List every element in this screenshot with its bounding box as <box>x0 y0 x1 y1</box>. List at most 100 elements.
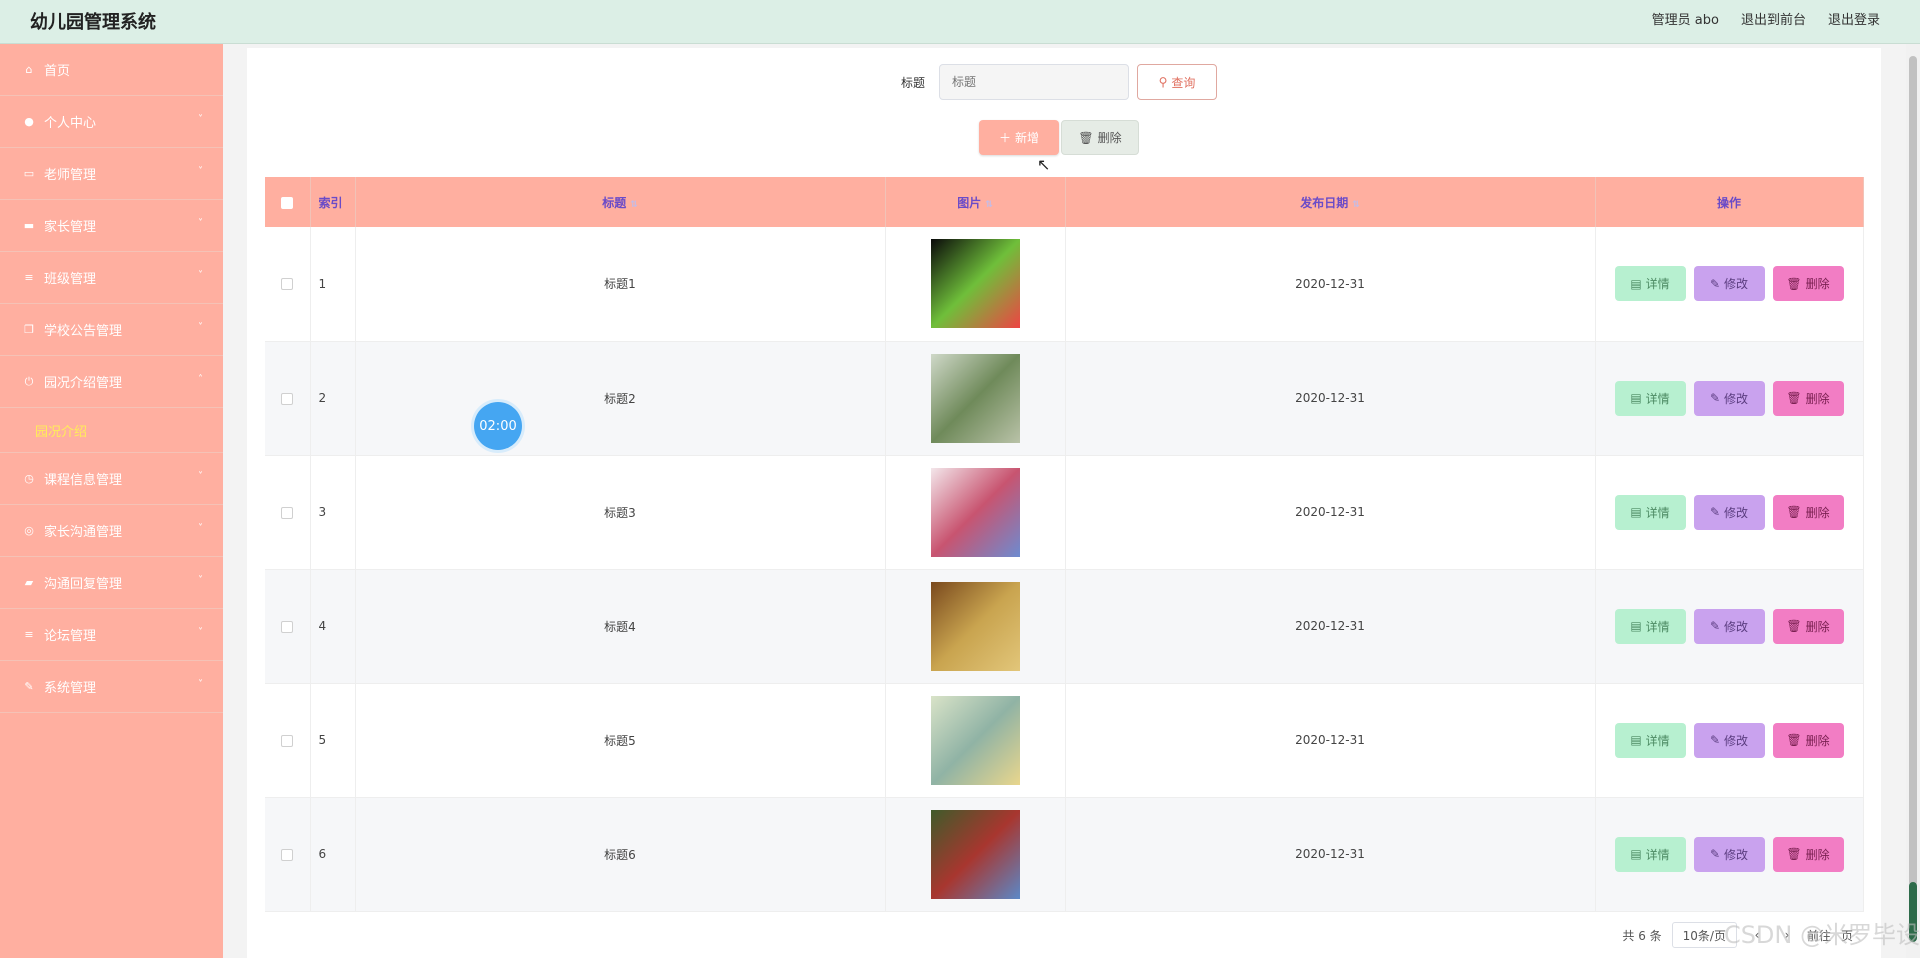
scroll-thumb[interactable] <box>1909 56 1917 886</box>
edit-button[interactable]: ✎ 修改 <box>1693 836 1765 872</box>
edit-button[interactable]: ✎ 修改 <box>1693 494 1765 530</box>
sidebar-item-label: 系统管理 <box>44 681 97 696</box>
chevron-down-icon[interactable]: ˅ <box>198 523 203 534</box>
row-index: 2 <box>310 341 356 456</box>
data-table: 索引 标题 ⇅ 图片 ⇅ 发布日期 ⇅ 操作 1 标题1 2020-12-31 ▤ 详情 ✎ 修改… <box>265 177 1864 912</box>
chevron-down-icon[interactable]: ˅ <box>198 627 203 638</box>
row-image-cell <box>885 455 1066 570</box>
detail-button[interactable]: ▤ 详情 <box>1614 380 1686 416</box>
select-all-checkbox[interactable] <box>281 196 294 209</box>
thumbnail-image[interactable] <box>930 239 1020 329</box>
detail-label: 详情 <box>1645 391 1670 406</box>
sort-icon[interactable]: ⇅ <box>1352 200 1360 210</box>
chevron-down-icon[interactable]: ˅ <box>198 471 203 482</box>
chat-icon: ▭ <box>23 167 35 180</box>
sidebar-item[interactable]: ▬ 家长管理 ˅ <box>0 200 223 252</box>
row-checkbox[interactable] <box>281 506 294 519</box>
chevron-down-icon[interactable]: ˅ <box>198 166 203 177</box>
chevron-down-icon[interactable]: ˅ <box>198 270 203 281</box>
delete-button[interactable]: 🗑 删除 <box>1772 494 1844 530</box>
delete-button[interactable]: 🗑 删除 <box>1772 836 1844 872</box>
header-date[interactable]: 发布日期 ⇅ <box>1065 177 1596 227</box>
detail-label: 详情 <box>1645 277 1670 292</box>
edit-button[interactable]: ✎ 修改 <box>1693 722 1765 758</box>
pencil-icon: ✎ <box>1709 619 1721 633</box>
table-row[interactable]: 3 标题3 2020-12-31 ▤ 详情 ✎ 修改 🗑 删除 <box>265 455 1864 570</box>
row-image-cell <box>885 227 1066 342</box>
delete-label: 删除 <box>1805 733 1830 748</box>
sidebar-subitem-active[interactable]: 园况介绍 <box>0 408 223 453</box>
search-input[interactable] <box>939 64 1129 100</box>
page-scrollbar[interactable] <box>1906 44 1920 958</box>
detail-button[interactable]: ▤ 详情 <box>1614 722 1686 758</box>
chevron-up-icon[interactable]: ˄ <box>198 374 203 385</box>
header-image[interactable]: 图片 ⇅ <box>885 177 1066 227</box>
chevron-down-icon[interactable]: ˅ <box>198 679 203 690</box>
list-icon: ≡ <box>24 628 34 641</box>
sidebar-item[interactable]: ◷ 课程信息管理 ˅ <box>0 453 223 505</box>
delete-label: 删除 <box>1805 277 1830 292</box>
table-row[interactable]: 6 标题6 2020-12-31 ▤ 详情 ✎ 修改 🗑 删除 <box>265 797 1864 912</box>
chevron-down-icon[interactable]: ˅ <box>198 114 203 125</box>
sidebar-item[interactable]: ▭ 老师管理 ˅ <box>0 148 223 200</box>
detail-button[interactable]: ▤ 详情 <box>1614 836 1686 872</box>
thumbnail-image[interactable] <box>930 467 1020 557</box>
sidebar-item[interactable]: ≡ 班级管理 ˅ <box>0 252 223 304</box>
row-checkbox[interactable] <box>281 392 294 405</box>
row-checkbox[interactable] <box>281 278 294 291</box>
chevron-down-icon[interactable]: ˅ <box>198 322 203 333</box>
edit-button[interactable]: ✎ 修改 <box>1693 608 1765 644</box>
sort-icon[interactable]: ⇅ <box>985 200 993 210</box>
front-link[interactable]: 退出到前台 <box>1741 9 1806 28</box>
row-ops: ▤ 详情 ✎ 修改 🗑 删除 <box>1595 569 1864 684</box>
document-icon: ▤ <box>1630 505 1642 519</box>
chevron-down-icon[interactable]: ˅ <box>198 575 203 586</box>
delete-button[interactable]: 🗑 删除 <box>1772 722 1844 758</box>
detail-button[interactable]: ▤ 详情 <box>1614 266 1686 302</box>
sidebar-item-label: 家长沟通管理 <box>44 525 123 540</box>
table-row[interactable]: 4 标题4 2020-12-31 ▤ 详情 ✎ 修改 🗑 删除 <box>265 569 1864 684</box>
row-checkbox[interactable] <box>281 620 294 633</box>
row-date: 2020-12-31 <box>1065 683 1596 798</box>
sidebar-item[interactable]: ✎ 系统管理 ˅ <box>0 661 223 713</box>
timer-badge[interactable]: 02:00 <box>474 402 522 450</box>
row-title: 标题2 <box>355 341 886 456</box>
sidebar-item[interactable]: ⌂ 首页 <box>0 44 223 96</box>
row-checkbox[interactable] <box>281 734 294 747</box>
mouse-cursor-icon: ↖ <box>1037 155 1051 174</box>
delete-button[interactable]: 🗑 删除 <box>1772 380 1844 416</box>
top-links: 管理员 abo 退出到前台 退出登录 <box>1652 9 1880 28</box>
detail-button[interactable]: ▤ 详情 <box>1614 608 1686 644</box>
edit-button[interactable]: ✎ 修改 <box>1693 380 1765 416</box>
edit-label: 修改 <box>1724 391 1749 406</box>
sort-icon[interactable]: ⇅ <box>630 200 638 210</box>
sidebar-item[interactable]: ▰ 沟通回复管理 ˅ <box>0 557 223 609</box>
sidebar-item[interactable]: ≡ 论坛管理 ˅ <box>0 609 223 661</box>
sidebar-item[interactable]: ⏻ 园况介绍管理 ˄ <box>0 356 223 408</box>
detail-button[interactable]: ▤ 详情 <box>1614 494 1686 530</box>
add-button[interactable]: ＋ 新增 <box>979 120 1059 155</box>
sidebar-item[interactable]: ● 个人中心 ˅ <box>0 96 223 148</box>
delete-button[interactable]: 🗑 删除 <box>1772 266 1844 302</box>
chevron-down-icon[interactable]: ˅ <box>198 218 203 229</box>
thumbnail-image[interactable] <box>930 695 1020 785</box>
sidebar-item[interactable]: ❐ 学校公告管理 ˅ <box>0 304 223 356</box>
thumbnail-image[interactable] <box>930 809 1020 899</box>
row-date: 2020-12-31 <box>1065 569 1596 684</box>
delete-button[interactable]: 🗑 删除 <box>1772 608 1844 644</box>
batch-delete-button[interactable]: 🗑 删除 <box>1061 120 1139 155</box>
query-button[interactable]: ⚲ 查询 <box>1137 64 1217 100</box>
table-row[interactable]: 5 标题5 2020-12-31 ▤ 详情 ✎ 修改 🗑 删除 <box>265 683 1864 798</box>
header-title[interactable]: 标题 ⇅ <box>355 177 886 227</box>
edit-button[interactable]: ✎ 修改 <box>1693 266 1765 302</box>
thumbnail-image[interactable] <box>930 581 1020 671</box>
document-icon: ▤ <box>1630 391 1642 405</box>
row-select-cell <box>265 569 311 684</box>
sidebar-item[interactable]: ◎ 家长沟通管理 ˅ <box>0 505 223 557</box>
logout-link[interactable]: 退出登录 <box>1828 9 1880 28</box>
sidebar: ⌂ 首页 ● 个人中心 ˅ ▭ 老师管理 ˅ ▬ 家长管理 ˅ ≡ 班级管理 ˅ ❐ 学校公告管理 ˅ ⏻ 园况介绍… <box>0 44 223 958</box>
table-row[interactable]: 1 标题1 2020-12-31 ▤ 详情 ✎ 修改 🗑 删除 <box>265 227 1864 342</box>
row-checkbox[interactable] <box>281 848 294 861</box>
thumbnail-image[interactable] <box>930 353 1020 443</box>
document-icon: ▤ <box>1630 733 1642 747</box>
